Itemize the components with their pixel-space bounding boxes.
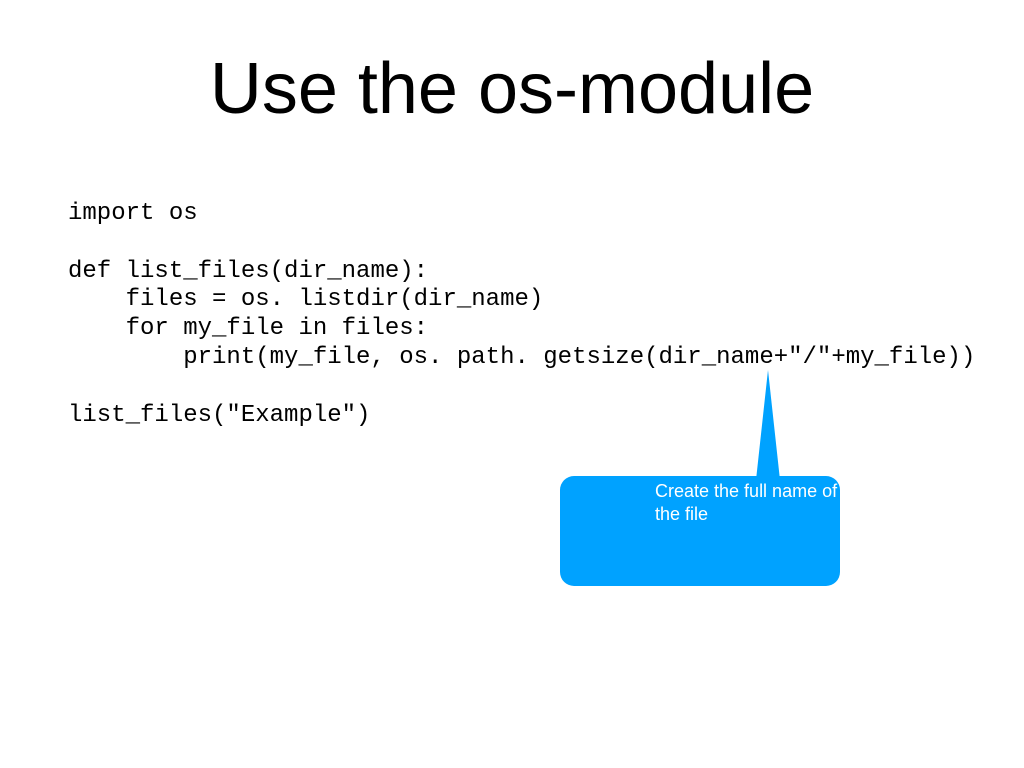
code-line: print(my_file, os. path. getsize(dir_nam… [68,344,975,371]
callout-line: the file [655,504,708,524]
code-line: import os [68,200,198,227]
callout-pointer [756,370,780,480]
callout-text: Create the full name of the file [655,480,837,527]
slide: Use the os-module import os def list_fil… [0,0,1024,768]
slide-title: Use the os-module [0,48,1024,130]
code-line: list_files("Example") [68,402,370,429]
code-line: def list_files(dir_name): [68,258,428,285]
code-line: files = os. listdir(dir_name) [68,286,543,313]
callout-line: Create the full name of [655,481,837,501]
code-block: import os def list_files(dir_name): file… [68,200,975,430]
code-line: for my_file in files: [68,315,428,342]
